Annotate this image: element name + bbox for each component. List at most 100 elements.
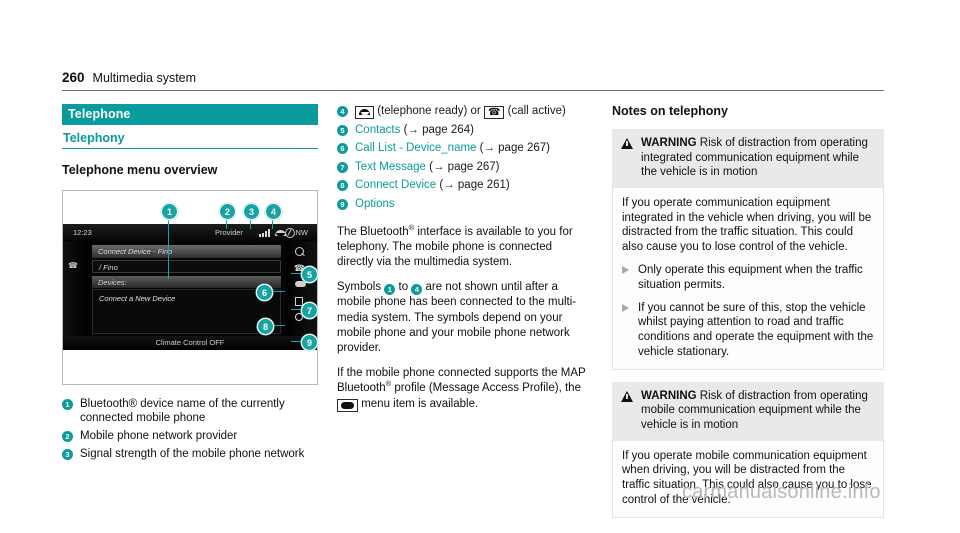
watermark: carmanualsonline.info bbox=[682, 481, 881, 503]
page-reference: (→ page 267) bbox=[479, 142, 550, 154]
heading-telephone-menu-overview: Telephone menu overview bbox=[62, 163, 218, 177]
warning-box-1: WARNING Risk of distraction from operati… bbox=[612, 129, 884, 370]
handset-icon bbox=[355, 106, 374, 119]
legend-number: 4 bbox=[337, 106, 348, 117]
menu-link-options[interactable]: Options bbox=[355, 198, 395, 210]
paragraph-bluetooth-interface: The Bluetooth® interface is available to… bbox=[337, 223, 590, 271]
paragraph-text: Symbols bbox=[337, 281, 382, 294]
heading-notes-on-telephony: Notes on telephony bbox=[612, 104, 728, 118]
menu-legend-text-b: (call active) bbox=[507, 105, 566, 117]
right-column: Notes on telephony WARNING Risk of distr… bbox=[612, 104, 884, 518]
screen-clock: 12:23 bbox=[73, 228, 92, 237]
legend-number: 7 bbox=[337, 161, 348, 173]
menu-link-contacts[interactable]: Contacts bbox=[355, 124, 400, 136]
screen-climate-bar: Climate Control OFF bbox=[63, 336, 317, 350]
warning-label: WARNING bbox=[641, 137, 697, 149]
warning-label: WARNING bbox=[641, 389, 697, 402]
section-subtitle-telephony: Telephony bbox=[62, 125, 318, 149]
menu-legend-item-8: 8 Connect Device (→ page 261) bbox=[337, 178, 590, 193]
legend-text: Bluetooth® device name of the currently … bbox=[80, 398, 285, 424]
warning-bullet-text: If you cannot be sure of this, stop the … bbox=[638, 301, 874, 358]
leader-line-6 bbox=[271, 291, 285, 293]
figure-legend: 1 Bluetooth® device name of the currentl… bbox=[62, 397, 324, 461]
inline-number-1: 1 bbox=[384, 283, 396, 295]
legend-number: 3 bbox=[62, 449, 73, 460]
legend-number: 5 bbox=[337, 124, 348, 136]
text-message-icon bbox=[337, 398, 358, 412]
paragraph-text: The Bluetooth bbox=[337, 225, 409, 238]
phone-rail-icon: ☎ bbox=[68, 261, 78, 270]
middle-column: 4 (telephone ready) or ☎ (call active) 5… bbox=[337, 104, 590, 412]
page-reference: (→ page 261) bbox=[439, 179, 510, 191]
screen-network-mode: NW bbox=[295, 228, 309, 237]
menu-legend-item-7: 7 Text Message (→ page 267) bbox=[337, 160, 590, 175]
page-reference: (→ page 267) bbox=[429, 160, 500, 173]
screen-provider: Provider bbox=[215, 228, 243, 237]
menu-legend-item-6: 6 Call List - Device_name (→ page 267) bbox=[337, 141, 590, 156]
warning-header: WARNING Risk of distraction from operati… bbox=[612, 129, 884, 188]
legend-number: 1 bbox=[62, 399, 73, 410]
page-section-title: Multimedia system bbox=[92, 71, 197, 85]
signal-strength-icon bbox=[259, 229, 270, 237]
callout-1: 1 bbox=[161, 203, 178, 220]
screen-device-list[interactable]: Connect a New Device bbox=[92, 289, 281, 334]
legend-item: 1 Bluetooth® device name of the currentl… bbox=[62, 397, 324, 425]
callout-9: 9 bbox=[301, 334, 318, 351]
warning-bullet: Only operate this equipment when the tra… bbox=[622, 263, 874, 293]
callout-6: 6 bbox=[256, 284, 273, 301]
menu-legend-text: (telephone ready) or bbox=[377, 105, 481, 117]
running-head: 260 Multimedia system bbox=[62, 70, 882, 85]
screen-status-bar: 12:23 Provider NW bbox=[63, 224, 317, 241]
menu-link-text-message[interactable]: Text Message bbox=[355, 161, 426, 173]
screen-body: ☎ ☎ Connect Device - Fino / Fino Devices… bbox=[63, 241, 317, 336]
inline-number-4: 4 bbox=[411, 283, 423, 295]
warning-triangle-icon bbox=[621, 138, 633, 149]
legend-item: 3 Signal strength of the mobile phone ne… bbox=[62, 447, 324, 461]
page-number: 260 bbox=[62, 70, 85, 85]
triangle-bullet-icon bbox=[622, 303, 629, 312]
warning-triangle-icon bbox=[621, 390, 633, 402]
manual-page: 260 Multimedia system Telephone Telephon… bbox=[0, 0, 960, 533]
legend-number: 8 bbox=[337, 180, 348, 191]
menu-legend-item-9: 9 Options bbox=[337, 197, 590, 212]
menu-legend-item-4: 4 (telephone ready) or ☎ (call active) bbox=[337, 104, 590, 119]
paragraph-text-mid: to bbox=[398, 281, 409, 294]
warning-spacer bbox=[612, 370, 884, 382]
search-icon[interactable] bbox=[295, 247, 304, 256]
header-rule bbox=[62, 90, 884, 91]
warning-header: WARNING Risk of distraction from operati… bbox=[612, 381, 884, 441]
compass-icon bbox=[285, 228, 295, 238]
screen-input-bar[interactable]: / Fino bbox=[92, 260, 281, 273]
callout-7: 7 bbox=[301, 302, 318, 319]
left-column: Telephone Telephony Telephone menu overv… bbox=[62, 104, 324, 465]
page-reference: (→ page 264) bbox=[403, 123, 474, 136]
call-active-icon: ☎ bbox=[483, 106, 505, 119]
legend-number: 6 bbox=[337, 143, 348, 154]
menu-item-legend: 4 (telephone ready) or ☎ (call active) 5… bbox=[337, 104, 590, 212]
infotainment-screen: 12:23 Provider NW ☎ ☎ Connect Device - F… bbox=[63, 224, 317, 350]
callout-3: 3 bbox=[243, 203, 260, 220]
callout-8: 8 bbox=[257, 318, 274, 335]
callout-5: 5 bbox=[301, 266, 318, 283]
legend-text: Mobile phone network provider bbox=[80, 430, 238, 442]
legend-number: 9 bbox=[337, 198, 348, 210]
legend-text: Signal strength of the mobile phone netw… bbox=[80, 448, 305, 460]
menu-link-call-list[interactable]: Call List - Device_name bbox=[355, 142, 476, 154]
paragraph-text-end: menu item is available. bbox=[361, 397, 479, 410]
menu-link-connect-device[interactable]: Connect Device bbox=[355, 179, 436, 191]
legend-number: 2 bbox=[62, 431, 73, 442]
warning-bullet: If you cannot be sure of this, stop the … bbox=[622, 301, 874, 360]
screen-devices-header: Devices: bbox=[92, 276, 281, 288]
figure-telephone-menu: 12:23 Provider NW ☎ ☎ Connect Device - F… bbox=[62, 190, 318, 385]
triangle-bullet-icon bbox=[622, 265, 629, 274]
warning-bullet-text: Only operate this equipment when the tra… bbox=[638, 263, 863, 291]
paragraph-symbols: Symbols 1 to 4 are not shown until after… bbox=[337, 280, 590, 356]
screen-left-rail: ☎ bbox=[63, 241, 88, 336]
legend-item: 2 Mobile phone network provider bbox=[62, 429, 324, 443]
screen-device-list-item[interactable]: Connect a New Device bbox=[99, 294, 175, 303]
section-bar-telephone: Telephone bbox=[62, 104, 318, 125]
screen-right-rail: ☎ bbox=[286, 241, 317, 336]
callout-2: 2 bbox=[219, 203, 236, 220]
warning-body-text: If you operate communication equipment i… bbox=[622, 196, 872, 254]
callout-4: 4 bbox=[265, 203, 282, 220]
